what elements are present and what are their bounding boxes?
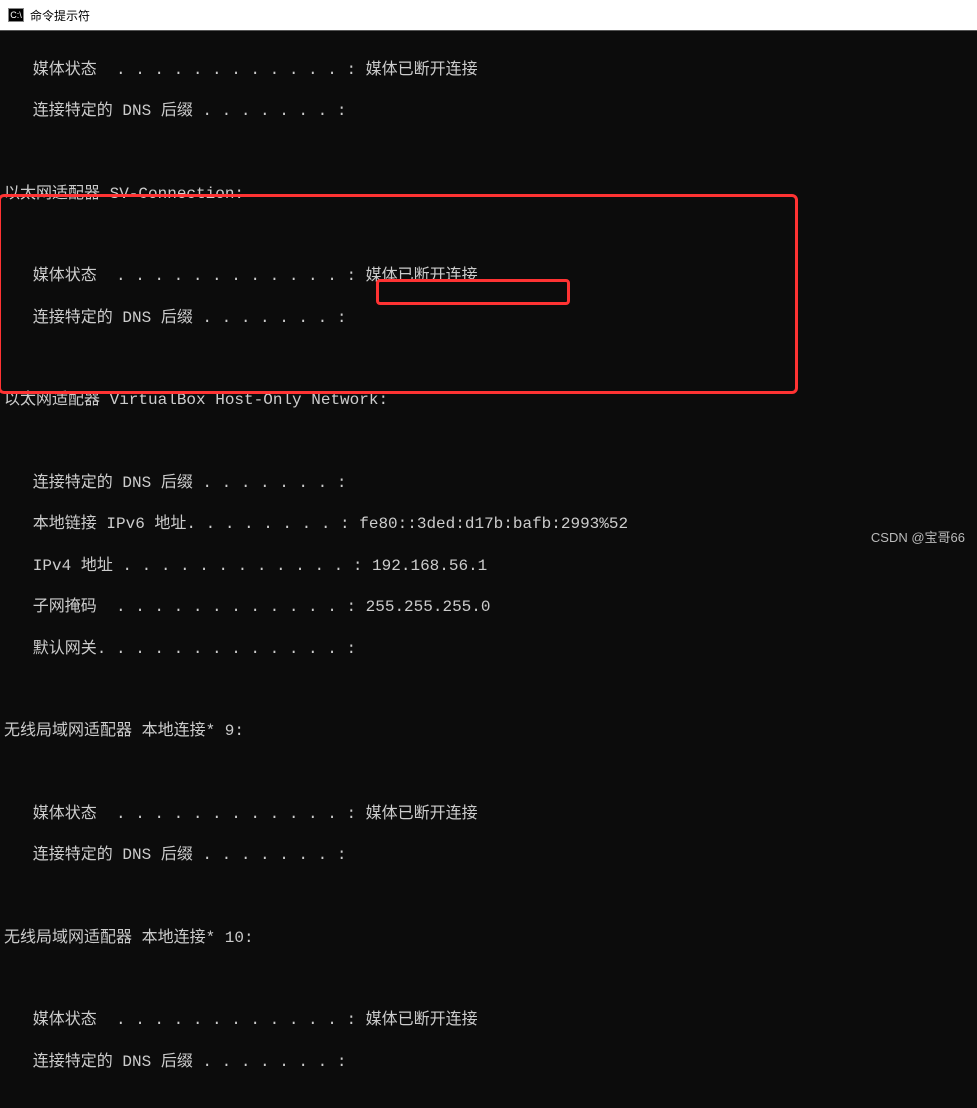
- output-line: [4, 887, 977, 907]
- output-line: 默认网关. . . . . . . . . . . . . :: [4, 639, 977, 660]
- output-line: [4, 143, 977, 163]
- output-line: [4, 432, 977, 452]
- output-line: 媒体状态 . . . . . . . . . . . . : 媒体已断开连接: [4, 60, 977, 81]
- output-line: [4, 969, 977, 989]
- output-line: 媒体状态 . . . . . . . . . . . . : 媒体已断开连接: [4, 804, 977, 825]
- adapter-header: 无线局域网适配器 本地连接* 9:: [4, 721, 977, 742]
- cmd-icon-text: C:\: [10, 10, 22, 20]
- adapter-header: 以太网适配器 VirtualBox Host-Only Network:: [4, 390, 977, 411]
- output-line: 连接特定的 DNS 后缀 . . . . . . . :: [4, 845, 977, 866]
- cmd-icon: C:\: [8, 8, 24, 22]
- output-line: [4, 349, 977, 369]
- adapter-header: 无线局域网适配器 本地连接* 10:: [4, 928, 977, 949]
- watermark: CSDN @宝哥66: [871, 527, 965, 546]
- terminal-output[interactable]: 媒体状态 . . . . . . . . . . . . : 媒体已断开连接 连…: [0, 31, 977, 1108]
- adapter-header: 以太网适配器 SV-Connection:: [4, 184, 977, 205]
- output-line: [4, 681, 977, 701]
- window-title-bar: C:\ 命令提示符: [0, 0, 977, 30]
- output-line: 连接特定的 DNS 后缀 . . . . . . . :: [4, 1052, 977, 1073]
- output-line: 连接特定的 DNS 后缀 . . . . . . . :: [4, 473, 977, 494]
- output-line: 本地链接 IPv6 地址. . . . . . . . : fe80::3ded…: [4, 514, 977, 535]
- output-line: 媒体状态 . . . . . . . . . . . . : 媒体已断开连接: [4, 1010, 977, 1031]
- ipv4-line: IPv4 地址 . . . . . . . . . . . . : 192.16…: [4, 556, 977, 577]
- output-line: 连接特定的 DNS 后缀 . . . . . . . :: [4, 308, 977, 329]
- output-line: 连接特定的 DNS 后缀 . . . . . . . :: [4, 101, 977, 122]
- output-line: 子网掩码 . . . . . . . . . . . . : 255.255.2…: [4, 597, 977, 618]
- output-line: [4, 225, 977, 245]
- window-title: 命令提示符: [30, 7, 90, 24]
- output-line: [4, 763, 977, 783]
- output-line: 媒体状态 . . . . . . . . . . . . : 媒体已断开连接: [4, 266, 977, 287]
